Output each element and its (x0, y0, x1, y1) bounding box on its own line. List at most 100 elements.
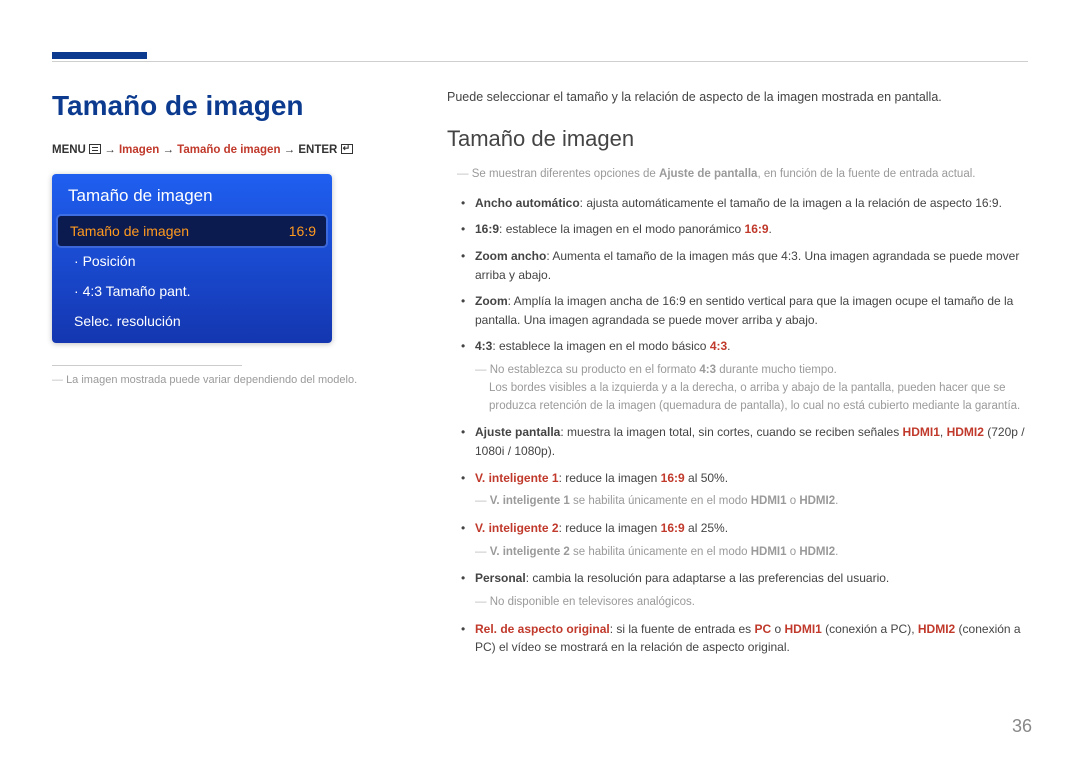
breadcrumb-arrow: → (104, 144, 116, 156)
opt-desc: : establece la imagen en el modo panorám… (499, 222, 744, 236)
subnote-bold: V. inteligente 1 (490, 495, 570, 507)
opt-desc: . (727, 339, 730, 353)
header-divider (52, 61, 1028, 62)
osd-item-selec-resolucion[interactable]: Selec. resolución (52, 306, 332, 343)
subnote-text: . (835, 495, 838, 507)
pre-list-note: Se muestran diferentes opciones de Ajust… (457, 166, 1028, 184)
opt-zoom: Zoom: Amplía la imagen ancha de 16:9 en … (461, 292, 1028, 329)
opt-desc: , (940, 425, 947, 439)
opt-term: V. inteligente 2 (475, 521, 559, 535)
intro-text: Puede seleccionar el tamaño y la relació… (447, 90, 1028, 104)
opt-16-9: 16:9: establece la imagen en el modo pan… (461, 220, 1028, 239)
section-heading: Tamaño de imagen (447, 126, 1028, 152)
opt-desc: : ajusta automáticamente el tamaño de la… (580, 196, 1002, 210)
osd-item-label: Selec. resolución (74, 313, 181, 329)
opt-v2-subnote: V. inteligente 2 se habilita únicamente … (475, 544, 1028, 562)
opt-highlight: 16:9 (661, 521, 685, 535)
opt-highlight: 4:3 (710, 339, 727, 353)
opt-zoom-ancho: Zoom ancho: Aumenta el tamaño de la imag… (461, 247, 1028, 284)
opt-desc: o (771, 622, 784, 636)
breadcrumb-part-tamano: Tamaño de imagen (177, 144, 280, 156)
opt-desc: : si la fuente de entrada es (610, 622, 755, 636)
header-accent-bar (52, 52, 147, 59)
subnote-bold: HDMI2 (799, 546, 835, 558)
opt-term: 16:9 (475, 222, 499, 236)
opt-highlight: PC (754, 622, 771, 636)
opt-personal: Personal: cambia la resolución para adap… (461, 569, 1028, 611)
page-body: Tamaño de imagen MENU → Imagen → Tamaño … (52, 90, 1028, 723)
subnote-bold: HDMI1 (751, 495, 787, 507)
page-number: 36 (1012, 716, 1032, 737)
opt-ancho-automatico: Ancho automático: ajusta automáticamente… (461, 194, 1028, 213)
opt-desc: : reduce la imagen (559, 471, 661, 485)
breadcrumb-enter-label: ENTER (298, 144, 337, 156)
opt-rel-aspecto-original: Rel. de aspecto original: si la fuente d… (461, 620, 1028, 657)
subnote-text: No establezca su producto en el formato (490, 364, 700, 376)
osd-item-label: 4:3 Tamaño pant. (74, 283, 191, 299)
osd-item-posicion[interactable]: Posición (52, 246, 332, 276)
opt-personal-subnote: No disponible en televisores analógicos. (475, 594, 1028, 612)
breadcrumb: MENU → Imagen → Tamaño de imagen → ENTER (52, 144, 397, 156)
options-list: Ancho automático: ajusta automáticamente… (461, 194, 1028, 657)
page-title: Tamaño de imagen (52, 90, 397, 122)
left-column: Tamaño de imagen MENU → Imagen → Tamaño … (52, 90, 397, 723)
opt-desc: (conexión a PC), (822, 622, 918, 636)
opt-highlight: HDMI2 (947, 425, 984, 439)
subnote-text: o (787, 546, 800, 558)
note-text: , en función de la fuente de entrada act… (757, 168, 975, 180)
enter-icon (341, 144, 353, 154)
subnote-text: se habilita únicamente en el modo (570, 495, 751, 507)
osd-item-label: Tamaño de imagen (70, 223, 189, 239)
opt-4-3: 4:3: establece la imagen en el modo bási… (461, 337, 1028, 415)
opt-highlight: 16:9 (745, 222, 769, 236)
opt-desc: : cambia la resolución para adaptarse a … (526, 571, 890, 585)
osd-menu-card: Tamaño de imagen Tamaño de imagen 16:9 P… (52, 174, 332, 343)
opt-highlight: HDMI1 (903, 425, 940, 439)
opt-v-inteligente-2: V. inteligente 2: reduce la imagen 16:9 … (461, 519, 1028, 561)
opt-highlight: 16:9 (661, 471, 685, 485)
footnote-divider (52, 365, 242, 366)
opt-term: Personal (475, 571, 526, 585)
opt-ajuste-pantalla: Ajuste pantalla: muestra la imagen total… (461, 423, 1028, 460)
opt-desc: al 50%. (685, 471, 728, 485)
opt-desc: . (769, 222, 772, 236)
subnote-text: . (835, 546, 838, 558)
osd-item-tamano-de-imagen[interactable]: Tamaño de imagen 16:9 (58, 216, 326, 246)
opt-v1-subnote: V. inteligente 1 se habilita únicamente … (475, 493, 1028, 511)
osd-menu-title: Tamaño de imagen (52, 174, 332, 216)
opt-term: Zoom (475, 294, 508, 308)
subnote-text: durante mucho tiempo. (716, 364, 837, 376)
opt-term: Ancho automático (475, 196, 580, 210)
opt-desc: : reduce la imagen (559, 521, 661, 535)
model-disclaimer: La imagen mostrada puede variar dependie… (52, 374, 397, 386)
subnote-bold: 4:3 (699, 364, 716, 376)
menu-icon (89, 144, 101, 154)
subnote-text: se habilita únicamente en el modo (570, 546, 751, 558)
header-rule (52, 52, 1028, 66)
opt-desc: : Amplía la imagen ancha de 16:9 en sent… (475, 294, 1013, 327)
osd-item-label: Posición (74, 253, 135, 269)
opt-term: V. inteligente 1 (475, 471, 559, 485)
osd-item-4-3-tamano-pant[interactable]: 4:3 Tamaño pant. (52, 276, 332, 306)
subnote-bold: HDMI1 (751, 546, 787, 558)
note-text: Se muestran diferentes opciones de (472, 168, 659, 180)
right-column: Puede seleccionar el tamaño y la relació… (447, 90, 1028, 723)
opt-desc: : muestra la imagen total, sin cortes, c… (560, 425, 902, 439)
opt-v-inteligente-1: V. inteligente 1: reduce la imagen 16:9 … (461, 469, 1028, 511)
opt-desc: : Aumenta el tamaño de la imagen más que… (475, 249, 1019, 282)
opt-term: Ajuste pantalla (475, 425, 560, 439)
breadcrumb-part-imagen: Imagen (119, 144, 159, 156)
opt-highlight: HDMI2 (918, 622, 955, 636)
opt-highlight: HDMI1 (784, 622, 821, 636)
subnote-bold: V. inteligente 2 (490, 546, 570, 558)
opt-term: Rel. de aspecto original (475, 622, 610, 636)
subnote-text: Los bordes visibles a la izquierda y a l… (489, 380, 1028, 416)
opt-term: Zoom ancho (475, 249, 546, 263)
breadcrumb-arrow: → (162, 144, 174, 156)
breadcrumb-menu-label: MENU (52, 144, 86, 156)
subnote-text: o (787, 495, 800, 507)
subnote-bold: HDMI2 (799, 495, 835, 507)
opt-desc: : establece la imagen en el modo básico (492, 339, 709, 353)
note-bold: Ajuste de pantalla (659, 168, 757, 180)
opt-term: 4:3 (475, 339, 492, 353)
